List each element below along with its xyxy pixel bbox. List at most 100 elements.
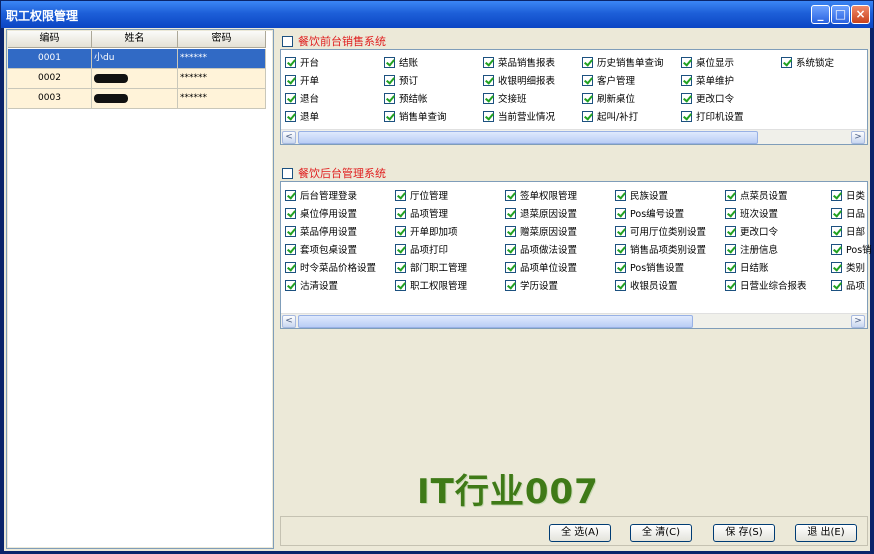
checkmark-icon[interactable] [725, 189, 736, 201]
checkmark-icon[interactable] [681, 56, 692, 68]
checkmark-icon[interactable] [505, 243, 516, 255]
permission-checkbox[interactable]: 桌位显示 [681, 55, 734, 69]
checkmark-icon[interactable] [725, 225, 736, 237]
permission-checkbox[interactable]: 品项做法设置 [505, 242, 577, 256]
exit-button[interactable]: 退 出(E) [795, 524, 857, 542]
permission-checkbox[interactable]: 厅位管理 [395, 188, 448, 202]
permission-checkbox[interactable]: 注册信息 [725, 242, 778, 256]
checkmark-icon[interactable] [384, 110, 395, 122]
permission-checkbox[interactable]: 部门职工管理 [395, 260, 467, 274]
checkmark-icon[interactable] [725, 243, 736, 255]
checkmark-icon[interactable] [725, 261, 736, 273]
checkmark-icon[interactable] [831, 261, 842, 273]
checkmark-icon[interactable] [285, 56, 296, 68]
permission-checkbox[interactable]: 历史销售单查询 [582, 55, 664, 69]
checkmark-icon[interactable] [582, 56, 593, 68]
permission-checkbox[interactable]: 刷新桌位 [582, 91, 635, 105]
permission-checkbox[interactable]: Pos销 [831, 242, 872, 256]
checkmark-icon[interactable] [582, 110, 593, 122]
permission-checkbox[interactable]: 职工权限管理 [395, 278, 467, 292]
permission-checkbox[interactable]: 班次设置 [725, 206, 778, 220]
permission-checkbox[interactable]: 日营业综合报表 [725, 278, 807, 292]
permission-checkbox[interactable]: 沽清设置 [285, 278, 338, 292]
checkmark-icon[interactable] [384, 56, 395, 68]
checkmark-icon[interactable] [781, 56, 792, 68]
permission-checkbox[interactable]: 套项包桌设置 [285, 242, 357, 256]
permission-checkbox[interactable]: 品项管理 [395, 206, 448, 220]
checkmark-icon[interactable] [831, 225, 842, 237]
close-button[interactable]: × [851, 5, 870, 24]
checkmark-icon[interactable] [483, 74, 494, 86]
permission-checkbox[interactable]: 日类 [831, 188, 865, 202]
permission-checkbox[interactable]: 时令菜品价格设置 [285, 260, 376, 274]
permission-checkbox[interactable]: 民族设置 [615, 188, 668, 202]
checkmark-icon[interactable] [285, 110, 296, 122]
clear-all-button[interactable]: 全 清(C) [630, 524, 692, 542]
permission-checkbox[interactable]: 预结帐 [384, 91, 428, 105]
table-row[interactable]: 0001 小du ****** [8, 49, 266, 69]
checkmark-icon[interactable] [395, 261, 406, 273]
checkmark-icon[interactable] [831, 207, 842, 219]
permission-checkbox[interactable]: 日部 [831, 224, 865, 238]
permission-checkbox[interactable]: 更改口令 [725, 224, 778, 238]
checkmark-icon[interactable] [615, 189, 626, 201]
header-password[interactable]: 密码 [178, 31, 266, 48]
scroll-thumb[interactable] [298, 315, 693, 328]
scroll-left-button[interactable]: < [282, 315, 296, 328]
checkmark-icon[interactable] [505, 225, 516, 237]
checkmark-icon[interactable] [505, 261, 516, 273]
checkmark-icon[interactable] [483, 110, 494, 122]
checkmark-icon[interactable] [395, 189, 406, 201]
permission-checkbox[interactable]: 点菜员设置 [725, 188, 788, 202]
permission-checkbox[interactable]: 菜单维护 [681, 73, 734, 87]
permission-checkbox[interactable]: 结账 [384, 55, 418, 69]
checkmark-icon[interactable] [505, 207, 516, 219]
permission-checkbox[interactable]: 预订 [384, 73, 418, 87]
permission-checkbox[interactable]: 品项单位设置 [505, 260, 577, 274]
permission-checkbox[interactable]: 销售单查询 [384, 109, 447, 123]
checkmark-icon[interactable] [831, 279, 842, 291]
checkmark-icon[interactable] [615, 225, 626, 237]
front-horizontal-scrollbar[interactable]: < > [281, 129, 867, 144]
checkmark-icon[interactable] [285, 225, 296, 237]
permission-checkbox[interactable]: 起叫/补打 [582, 109, 638, 123]
table-row[interactable]: 0003 ****** [8, 89, 266, 109]
permission-checkbox[interactable]: 退台 [285, 91, 319, 105]
maximize-button[interactable]: □ [831, 5, 850, 24]
checkmark-icon[interactable] [582, 74, 593, 86]
permission-checkbox[interactable]: 日结账 [725, 260, 769, 274]
permission-checkbox[interactable]: 品项打印 [395, 242, 448, 256]
front-system-checkbox[interactable] [282, 35, 293, 47]
permission-checkbox[interactable]: 赠菜原因设置 [505, 224, 577, 238]
permission-checkbox[interactable]: 更改口令 [681, 91, 734, 105]
checkmark-icon[interactable] [505, 279, 516, 291]
checkmark-icon[interactable] [285, 189, 296, 201]
checkmark-icon[interactable] [285, 279, 296, 291]
permission-checkbox[interactable]: 日品 [831, 206, 865, 220]
scroll-right-button[interactable]: > [851, 131, 865, 144]
scroll-right-button[interactable]: > [851, 315, 865, 328]
checkmark-icon[interactable] [395, 225, 406, 237]
permission-checkbox[interactable]: 交接班 [483, 91, 527, 105]
permission-checkbox[interactable]: 品项 [831, 278, 865, 292]
permission-checkbox[interactable]: 收银员设置 [615, 278, 678, 292]
checkmark-icon[interactable] [285, 261, 296, 273]
checkmark-icon[interactable] [285, 74, 296, 86]
select-all-button[interactable]: 全 选(A) [549, 524, 611, 542]
permission-checkbox[interactable]: 签单权限管理 [505, 188, 577, 202]
permission-checkbox[interactable]: 销售品项类别设置 [615, 242, 706, 256]
permission-checkbox[interactable]: 菜品停用设置 [285, 224, 357, 238]
checkmark-icon[interactable] [831, 189, 842, 201]
permission-checkbox[interactable]: 收银明细报表 [483, 73, 555, 87]
title-bar[interactable]: 职工权限管理 _ □ × [1, 1, 873, 28]
checkmark-icon[interactable] [483, 92, 494, 104]
checkmark-icon[interactable] [395, 207, 406, 219]
checkmark-icon[interactable] [725, 207, 736, 219]
permission-checkbox[interactable]: 退菜原因设置 [505, 206, 577, 220]
checkmark-icon[interactable] [483, 56, 494, 68]
checkmark-icon[interactable] [395, 279, 406, 291]
permission-checkbox[interactable]: Pos编号设置 [615, 206, 684, 220]
permission-checkbox[interactable]: 菜品销售报表 [483, 55, 555, 69]
checkmark-icon[interactable] [615, 279, 626, 291]
permission-checkbox[interactable]: 桌位停用设置 [285, 206, 357, 220]
